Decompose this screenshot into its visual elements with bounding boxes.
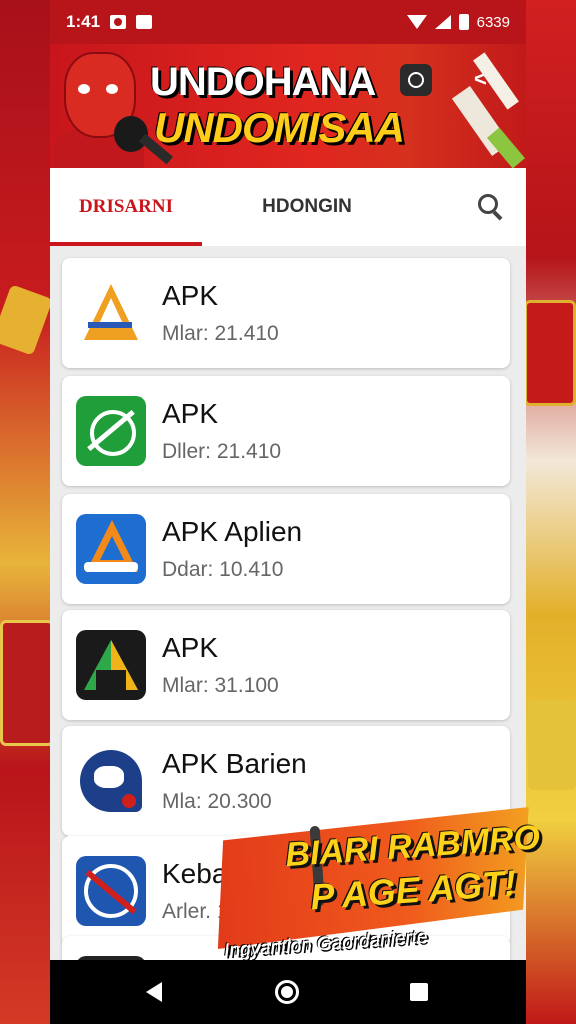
search-icon[interactable] [476, 192, 506, 222]
app-subtitle: Dller: 21.410 [162, 440, 282, 463]
app-banner: UNDOHANA UNDOMISAA < [50, 44, 526, 168]
app-title: APK [162, 632, 219, 663]
navigation-bar [50, 960, 526, 1024]
back-icon[interactable] [146, 982, 162, 1002]
app-title: APK Aplien [162, 516, 303, 547]
microphone-icon [114, 116, 148, 152]
status-right: 6339 [406, 13, 510, 31]
promo-sticker: BIARI RABMRO P AGE AGT! Ingyantion Gaord… [210, 807, 541, 969]
apk-warning-triangle-icon [76, 278, 146, 348]
background-snack-wrapper [0, 620, 54, 746]
tab-hdongin[interactable]: HDONGIN [202, 168, 412, 246]
app-subtitle: Mlar: 31.100 [162, 674, 279, 697]
app-title: APK [162, 280, 219, 311]
blue-mascot-icon [76, 746, 146, 816]
blue-no-entry-icon [76, 856, 146, 926]
tab-bar: DRISARNI HDONGIN [50, 168, 526, 246]
app-title: APK [162, 398, 219, 429]
recent-apps-icon[interactable] [410, 983, 428, 1001]
status-time: 1:41 [66, 12, 101, 31]
background-snack-wrapper [528, 700, 576, 790]
status-bar: 1:41 6339 [50, 0, 526, 44]
battery-icon [458, 14, 469, 30]
blue-orange-a-icon [76, 514, 146, 584]
banner-title: UNDOHANA [150, 60, 376, 104]
battery-text: 6339 [476, 13, 510, 31]
app-subtitle: Ddar: 10.410 [162, 558, 284, 581]
home-icon[interactable] [275, 980, 299, 1004]
notification-icon [110, 15, 127, 29]
mascot-eye [78, 84, 90, 94]
app-subtitle: Mla: 20.300 [162, 790, 272, 813]
media-icon [136, 15, 153, 29]
list-item[interactable]: APK Mlar: 31.100 [62, 610, 510, 720]
green-crossed-circle-icon [76, 396, 146, 466]
list-item[interactable]: APK Mlar: 21.410 [62, 258, 510, 368]
app-title: APK Barien [162, 748, 307, 779]
list-item[interactable]: APK Aplien Ddar: 10.410 [62, 494, 510, 604]
banner-subtitle: UNDOMISAA [154, 104, 405, 151]
tab-drisarni[interactable]: DRISARNI [50, 168, 202, 246]
wifi-icon [406, 15, 427, 29]
background-snack-wrapper [524, 300, 576, 406]
green-yellow-triangle-icon [76, 630, 146, 700]
app-subtitle: Mlar: 21.410 [162, 322, 279, 345]
camera-icon [408, 72, 424, 88]
list-item[interactable]: APK Dller: 21.410 [62, 376, 510, 486]
signal-icon [434, 15, 451, 29]
camera-button[interactable] [400, 64, 432, 96]
mascot-eye [106, 84, 118, 94]
background-left-decoration [0, 0, 52, 1024]
